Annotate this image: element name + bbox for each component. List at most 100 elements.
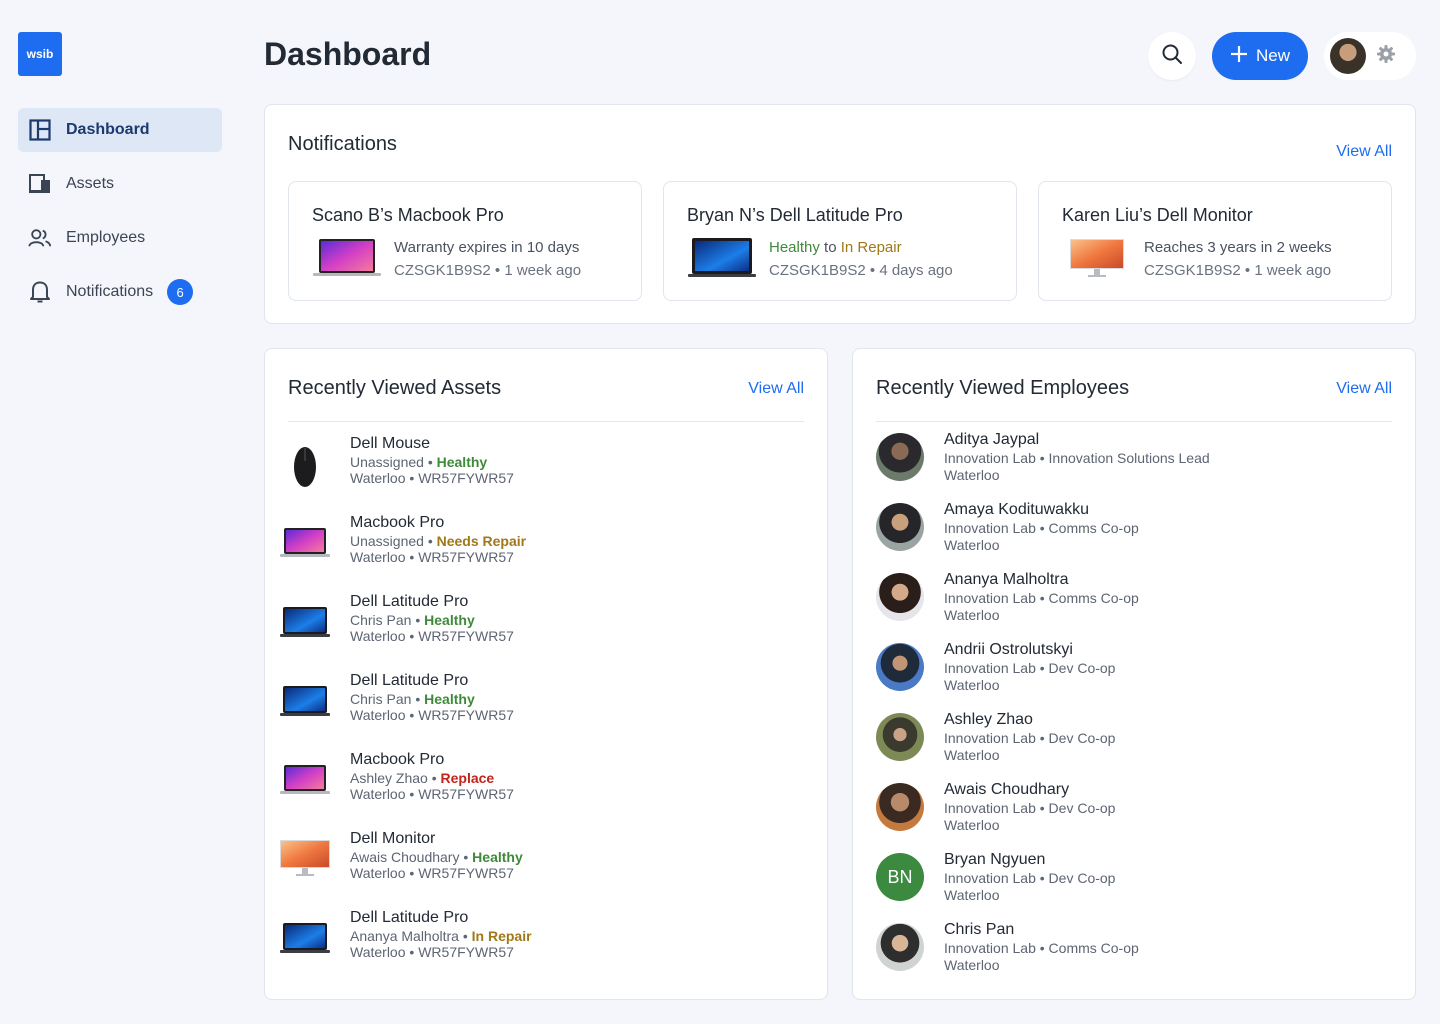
employee-list-item[interactable]: Amaya Kodituwakku Innovation Lab • Comms …	[876, 501, 1376, 563]
employee-location: Waterloo	[944, 747, 1000, 763]
sidebar-item-employees[interactable]: Employees	[18, 216, 222, 260]
dell-laptop-thumbnail	[279, 917, 331, 957]
recent-employees-title: Recently Viewed Employees	[876, 377, 1130, 399]
avatar	[876, 783, 924, 831]
notification-card[interactable]: Bryan N’s Dell Latitude Pro Healthy to I…	[663, 181, 1017, 301]
employee-name: Awais Choudhary	[944, 781, 1070, 798]
asset-list-item[interactable]: Dell Latitude Pro Chris Pan • Healthy Wate…	[279, 672, 779, 732]
recent-employees-panel: Recently Viewed Employees View All Adity…	[852, 348, 1416, 1000]
status-badge: In Repair	[471, 928, 532, 944]
employee-name: Ashley Zhao	[944, 711, 1033, 728]
monitor-thumbnail	[1062, 237, 1132, 279]
asset-name: Dell Latitude Pro	[350, 909, 469, 926]
employee-location: Waterloo	[944, 817, 1000, 833]
new-button-label: New	[1255, 46, 1290, 65]
employee-list-item[interactable]: Ashley Zhao Innovation Lab • Dev Co-op Wat…	[876, 711, 1376, 773]
asset-location-serial: Waterloo • WR57FYWR57	[350, 865, 514, 881]
asset-owner-status: Unassigned • Needs Repair	[350, 533, 527, 549]
employee-name: Ananya Malholtra	[944, 571, 1069, 588]
search-button[interactable]	[1148, 32, 1196, 80]
employee-team-role: Innovation Lab • Dev Co-op	[944, 660, 1116, 676]
asset-name: Dell Latitude Pro	[350, 593, 469, 610]
asset-list-item[interactable]: Dell Latitude Pro Chris Pan • Healthy Wate…	[279, 593, 779, 653]
asset-list-item[interactable]: Dell Mouse Unassigned • Healthy Waterloo •…	[279, 435, 779, 495]
asset-owner-status: Unassigned • Healthy	[350, 454, 488, 470]
avatar[interactable]	[1330, 38, 1366, 74]
page-title: Dashboard	[264, 36, 432, 72]
employee-name: Chris Pan	[944, 921, 1015, 938]
employee-team-role: Innovation Lab • Comms Co-op	[944, 520, 1139, 536]
macbook-thumbnail	[312, 237, 382, 279]
user-menu[interactable]	[1324, 32, 1416, 80]
employee-name: Amaya Kodituwakku	[944, 501, 1089, 518]
asset-owner-status: Ashley Zhao • Replace	[350, 770, 495, 786]
status-badge: Needs Repair	[436, 533, 527, 549]
devices-icon	[28, 172, 52, 196]
employee-location: Waterloo	[944, 957, 1000, 973]
dell-laptop-thumbnail	[687, 237, 757, 279]
sidebar-item-dashboard[interactable]: Dashboard	[18, 108, 222, 152]
employee-team-role: Innovation Lab • Comms Co-op	[944, 590, 1139, 606]
notification-card[interactable]: Scano B’s Macbook Pro Warranty expires i…	[288, 181, 642, 301]
employee-list-item[interactable]: BN Bryan Ngyuen Innovation Lab • Dev Co-op…	[876, 851, 1376, 913]
employee-location: Waterloo	[944, 537, 1000, 553]
employee-location: Waterloo	[944, 677, 1000, 693]
asset-list-item[interactable]: Macbook Pro Unassigned • Needs Repair Wate…	[279, 514, 779, 574]
asset-name: Dell Latitude Pro	[350, 672, 469, 689]
asset-location-serial: Waterloo • WR57FYWR57	[350, 470, 514, 486]
sidebar-item-assets[interactable]: Assets	[18, 162, 222, 206]
bell-icon	[28, 280, 52, 304]
employee-location: Waterloo	[944, 887, 1000, 903]
employee-list-item[interactable]: Andrii Ostrolutskyi Innovation Lab • Dev …	[876, 641, 1376, 703]
search-icon	[1161, 43, 1183, 70]
notifications-panel: Notifications View All Scano B’s Macbook…	[264, 104, 1416, 324]
employee-location: Waterloo	[944, 607, 1000, 623]
asset-name: Macbook Pro	[350, 751, 445, 768]
asset-location-serial: Waterloo • WR57FYWR57	[350, 786, 514, 802]
employee-list-item[interactable]: Aditya Jaypal Innovation Lab • Innovation…	[876, 431, 1376, 493]
employee-team-role: Innovation Lab • Comms Co-op	[944, 940, 1139, 956]
sidebar-item-label: Assets	[66, 175, 115, 192]
employee-location: Waterloo	[944, 467, 1000, 483]
mouse-thumbnail	[279, 443, 331, 487]
divider	[288, 421, 804, 422]
people-icon	[28, 226, 52, 250]
asset-list-item[interactable]: Dell Latitude Pro Ananya Malholtra • In R…	[279, 909, 779, 969]
assets-view-all-link[interactable]: View All	[748, 380, 804, 398]
asset-owner-status: Ananya Malholtra • In Repair	[350, 928, 532, 944]
employee-name: Bryan Ngyuen	[944, 851, 1046, 868]
asset-location-serial: Waterloo • WR57FYWR57	[350, 944, 514, 960]
status-badge: Healthy	[424, 612, 475, 628]
asset-location-serial: Waterloo • WR57FYWR57	[350, 549, 514, 565]
employee-team-role: Innovation Lab • Innovation Solutions Le…	[944, 450, 1210, 466]
status-badge: Healthy	[424, 691, 475, 707]
employee-list-item[interactable]: Ananya Malholtra Innovation Lab • Comms C…	[876, 571, 1376, 633]
logo[interactable]: wsib	[18, 32, 62, 76]
monitor-thumbnail	[279, 838, 331, 878]
asset-list-item[interactable]: Dell Monitor Awais Choudhary • Healthy Wat…	[279, 830, 779, 890]
asset-list-item[interactable]: Macbook Pro Ashley Zhao • Replace Waterloo…	[279, 751, 779, 811]
employee-list-item[interactable]: Chris Pan Innovation Lab • Comms Co-op Wat…	[876, 921, 1376, 983]
recent-assets-title: Recently Viewed Assets	[288, 377, 502, 399]
employee-name: Aditya Jaypal	[944, 431, 1040, 448]
avatar: BN	[876, 853, 924, 901]
sidebar-item-notifications[interactable]: Notifications 6	[18, 270, 222, 314]
employee-list-item[interactable]: Awais Choudhary Innovation Lab • Dev Co-o…	[876, 781, 1376, 843]
notification-message: Healthy to In Repair	[769, 239, 902, 256]
notification-meta: CZSGK1B9S2 • 1 week ago	[1144, 262, 1332, 279]
employees-view-all-link[interactable]: View All	[1336, 380, 1392, 398]
plus-icon	[1230, 45, 1248, 68]
notification-card[interactable]: Karen Liu’s Dell Monitor Reaches 3 years…	[1038, 181, 1392, 301]
gear-icon[interactable]	[1376, 44, 1396, 69]
new-button[interactable]: New	[1212, 32, 1308, 80]
avatar	[876, 433, 924, 481]
notification-meta: CZSGK1B9S2 • 1 week ago	[394, 262, 582, 279]
notifications-view-all-link[interactable]: View All	[1336, 143, 1392, 161]
sidebar-item-label: Employees	[66, 229, 146, 246]
sidebar-item-label: Notifications	[66, 283, 154, 300]
asset-owner-status: Chris Pan • Healthy	[350, 691, 475, 707]
employee-team-role: Innovation Lab • Dev Co-op	[944, 870, 1116, 886]
employee-name: Andrii Ostrolutskyi	[944, 641, 1073, 658]
asset-name: Dell Mouse	[350, 435, 431, 452]
notification-message: Warranty expires in 10 days	[394, 239, 580, 256]
